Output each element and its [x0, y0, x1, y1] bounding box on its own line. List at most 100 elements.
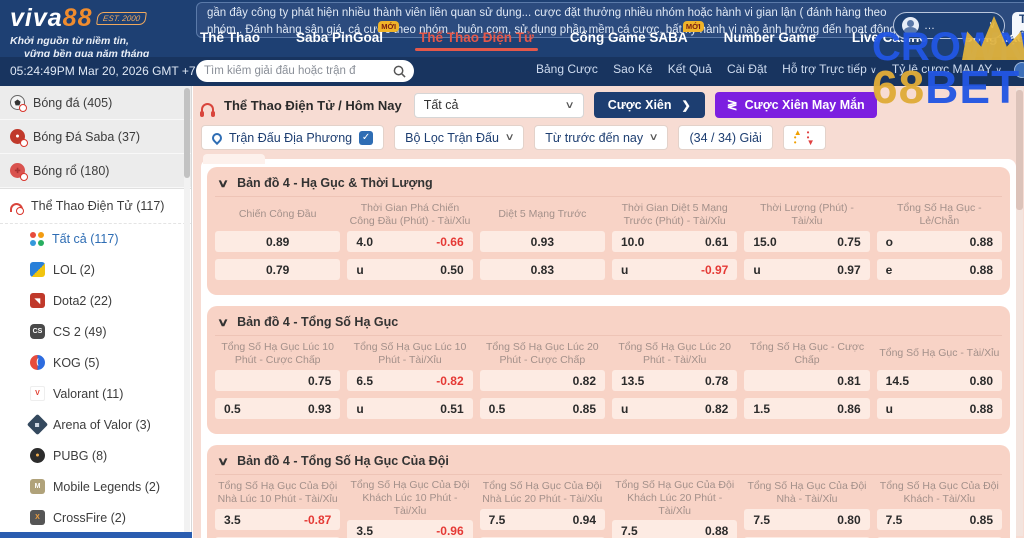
chevron-down-icon: ∨ — [217, 455, 229, 468]
odds-cell[interactable]: u0.88 — [877, 398, 1002, 419]
local-match-checkbox[interactable]: ✓ — [359, 131, 373, 145]
sidebar-item-soccer-saba[interactable]: ●Bóng Đá Saba (37) — [0, 120, 191, 154]
odds-cell[interactable]: o0.88 — [877, 231, 1002, 252]
sidebar-item-count: (405) — [80, 96, 113, 110]
odds-cell[interactable]: 0.81 — [744, 370, 869, 391]
odds-cell[interactable]: 7.50.88 — [612, 520, 737, 538]
market-column: Tổng Số Hạ Gục Lúc 10 Phút - Tài/Xỉu6.5-… — [347, 338, 472, 426]
odds-cell[interactable]: 7.50.80 — [744, 509, 869, 530]
odds-cell[interactable]: e0.88 — [877, 259, 1002, 280]
viva88-logo[interactable]: viva88 EST. 2000 Khởi nguồn từ niềm tin,… — [10, 4, 195, 61]
sidebar-item-mlbb[interactable]: MMobile Legends (2) — [0, 471, 191, 502]
globe-icon[interactable] — [1014, 62, 1024, 78]
subnav-link-1[interactable]: Bảng Cược — [536, 62, 598, 76]
sidebar-item-valorant[interactable]: VValorant (11) — [0, 378, 191, 409]
odds-value: -0.87 — [304, 513, 331, 527]
handicap-label: 13.5 — [621, 374, 644, 388]
odds-cell[interactable]: u0.51 — [347, 398, 472, 419]
odds-cell[interactable]: 10.00.61 — [612, 231, 737, 252]
subnav-link-4[interactable]: Cài Đặt — [727, 62, 767, 76]
panel-collapse-header[interactable]: ∨Bản đồ 4 - Tổng Số Hạ Gục — [215, 311, 1002, 336]
sidebar-item-count: (2) — [107, 511, 126, 525]
odds-cell[interactable]: u0.50 — [347, 259, 472, 280]
odds-cell[interactable]: 0.93 — [480, 231, 605, 252]
lightning-icon: ≷ — [727, 97, 738, 113]
pubg-icon: ● — [30, 448, 45, 463]
nav-item-5[interactable]: Number Game — [724, 30, 816, 53]
odds-cell[interactable]: 0.89 — [215, 231, 340, 252]
sidebar-esports-list: Tất cả (117)LOL (2)◥Dota2 (22)CSCS 2 (49… — [0, 224, 191, 538]
odds-cell[interactable]: 15.00.75 — [744, 231, 869, 252]
sidebar-item-esports-section[interactable]: Thể Thao Điện Tử (117) — [0, 188, 191, 224]
game-filter-select[interactable]: Tất cả ∨ — [414, 93, 584, 118]
sidebar-item-crossfire[interactable]: XCrossFire (2) — [0, 502, 191, 533]
sidebar-item-pubg[interactable]: ●PUBG (8) — [0, 440, 191, 471]
league-count-pill[interactable]: (34 / 34) Giải — [678, 125, 772, 150]
panel-collapse-header[interactable]: ∨Bản đồ 4 - Tổng Số Hạ Gục Của Đội — [215, 450, 1002, 475]
panel-collapse-header[interactable]: ∨Bản đồ 4 - Hạ Gục & Thời Lượng — [215, 172, 1002, 197]
nav-item-1[interactable]: Thể Thao — [200, 30, 260, 53]
odds-cell[interactable]: 0.82 — [480, 370, 605, 391]
market-header: Tổng Số Hạ Gục - Tài/Xỉu — [877, 338, 1002, 370]
handicap-label: u — [753, 263, 760, 277]
account-greeting: … — [924, 20, 984, 32]
handicap-label: 4.0 — [356, 235, 373, 249]
nav-item-4[interactable]: Cổng Game SABAMỚI — [570, 30, 688, 53]
odds-cell[interactable]: 6.5-0.82 — [347, 370, 472, 391]
search-input[interactable]: Tìm kiếm giải đấu hoặc trận đ — [196, 60, 414, 82]
sidebar-item-aov[interactable]: ◆Arena of Valor (3) — [0, 409, 191, 440]
handicap-label: 3.5 — [224, 513, 241, 527]
market-header: Diệt 5 Mạng Trước — [480, 199, 605, 231]
sort-asc-icon: ▲•• — [794, 130, 802, 146]
odds-cell[interactable]: 4.0-0.66 — [347, 231, 472, 252]
sidebar-item-count: (8) — [88, 449, 107, 463]
subnav-link-3[interactable]: Kết Quả — [668, 62, 712, 76]
sidebar-item-all-games[interactable]: Tất cả (117) — [0, 224, 191, 254]
odds-cell[interactable]: u0.82 — [612, 398, 737, 419]
server-timestamp: 05:24:49PM Mar 20, 2026 GMT +7 — [10, 64, 196, 78]
sidebar-item-lol[interactable]: LOL (2) — [0, 254, 191, 285]
odds-cell[interactable]: 0.83 — [480, 259, 605, 280]
nav-item-3[interactable]: Thể Thao Điện Tử — [419, 30, 534, 53]
odds-cell[interactable]: 14.50.80 — [877, 370, 1002, 391]
odds-cell[interactable]: 1.50.86 — [744, 398, 869, 419]
odds-cell[interactable]: 0.50.93 — [215, 398, 340, 419]
subnav-link-2[interactable]: Sao Kê — [613, 62, 652, 76]
subnav-link-6[interactable]: Tỷ lệ cược MALAY ∨ — [892, 62, 1002, 76]
avatar — [902, 17, 919, 34]
odds-cell[interactable]: 3.5 -0.87 — [215, 509, 340, 530]
sidebar-scrollbar[interactable] — [184, 88, 190, 536]
sidebar-item-basketball[interactable]: ✚Bóng rổ (180) — [0, 154, 191, 188]
odds-cell[interactable]: u0.97 — [744, 259, 869, 280]
odds-cell[interactable]: 0.75 — [215, 370, 340, 391]
sidebar-item-soccer[interactable]: ⬟Bóng đá (405) — [0, 86, 191, 120]
odds-value: 0.93 — [308, 402, 331, 416]
panel-title: Bản đồ 4 - Tổng Số Hạ Gục — [237, 315, 398, 329]
subnav-link-5[interactable]: Hỗ trợ Trực tiếp ∨ — [782, 62, 877, 76]
time-filter-dropdown[interactable]: Từ trước đến nay ∨ — [534, 125, 668, 150]
odds-value: 0.80 — [970, 374, 993, 388]
sidebar-item-count: (37) — [114, 130, 140, 144]
sort-control[interactable]: ▲•• ••▼ — [783, 125, 826, 150]
game-filter-value: Tất cả — [424, 98, 459, 112]
odds-cell[interactable]: 7.50.85 — [877, 509, 1002, 530]
lucky-parlay-button[interactable]: ≷Cược Xiên May Mắn — [715, 92, 877, 118]
account-menu[interactable]: … ∨ — [893, 12, 1005, 39]
odds-cell[interactable]: 13.50.78 — [612, 370, 737, 391]
sidebar-item-kog[interactable]: (KOG (5) — [0, 347, 191, 378]
odds-cell[interactable]: u-0.97 — [612, 259, 737, 280]
sidebar-item-cs2[interactable]: CSCS 2 (49) — [0, 316, 191, 347]
odds-cell[interactable]: 7.50.94 — [480, 509, 605, 530]
nav-item-2[interactable]: Saba PinGoalMỚI — [296, 30, 383, 53]
odds-cell[interactable]: 3.5-0.96 — [347, 520, 472, 538]
main-content: Thể Thao Điện Tử / Hôm Nay Tất cả ∨ Cược… — [193, 86, 1024, 538]
market-header: Tổng Số Hạ Gục Của Đội Nhà Lúc 10 Phút -… — [215, 477, 340, 509]
parlay-button[interactable]: Cược Xiên❯ — [594, 92, 705, 118]
deposit-button[interactable]: Tiền gửi — [1012, 12, 1024, 39]
sidebar-item-dota2[interactable]: ◥Dota2 (22) — [0, 285, 191, 316]
odds-cell[interactable]: 0.79 — [215, 259, 340, 280]
odds-cell[interactable]: 0.50.85 — [480, 398, 605, 419]
main-scrollbar[interactable] — [1016, 88, 1023, 536]
match-filter-dropdown[interactable]: Bộ Lọc Trận Đấu ∨ — [394, 125, 524, 150]
local-match-toggle[interactable]: Trận Đấu Địa Phương ✓ — [201, 125, 384, 150]
